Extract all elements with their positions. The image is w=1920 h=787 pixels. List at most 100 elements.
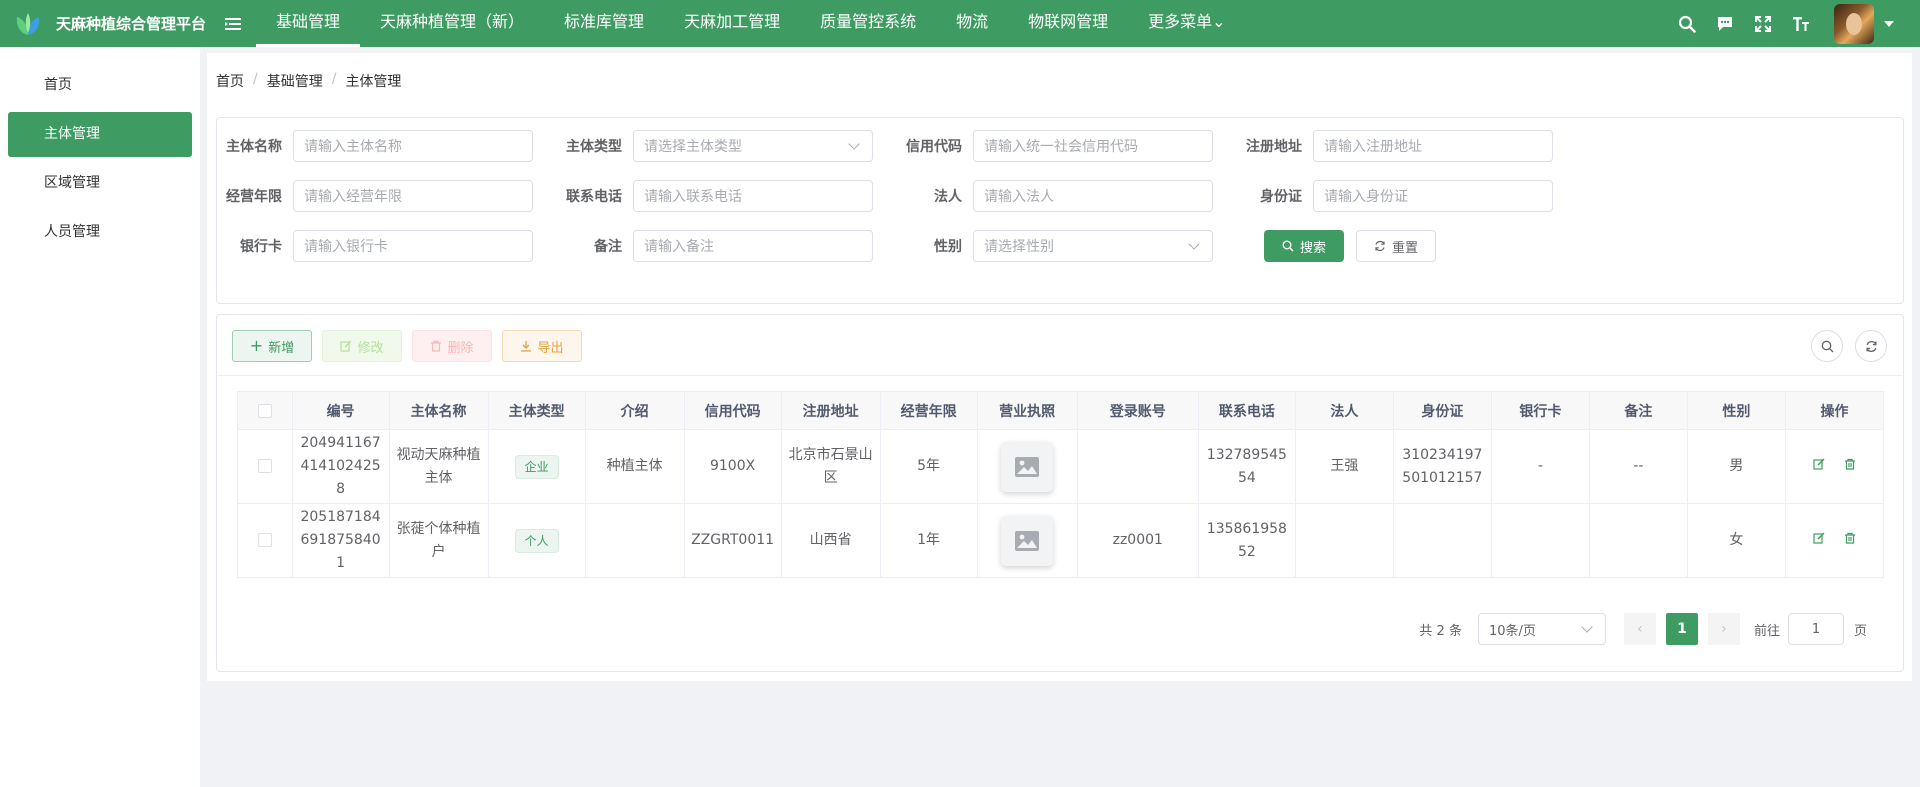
field-label: 备注 — [594, 239, 622, 255]
refresh-icon — [1866, 340, 1876, 352]
top-menu: 基础管理 天麻种植管理（新） 标准库管理 天麻加工管理 质量管控系统 物流 物联… — [256, 0, 1246, 47]
column-header: 经营年限 — [879, 391, 978, 430]
cell-license — [976, 503, 1078, 578]
cell-name: 视动天麻种植主体 — [388, 429, 489, 504]
app-logo[interactable] — [0, 0, 56, 47]
type-tag: 个人 — [514, 528, 559, 553]
column-header: 备注 — [1588, 391, 1688, 430]
remark-input[interactable]: 请输入备注 — [633, 230, 873, 262]
pagination-total: 共 2 条 — [1419, 623, 1462, 639]
bank-card-input[interactable]: 请输入银行卡 — [293, 230, 533, 262]
cell-bank-card — [1490, 503, 1590, 578]
reset-button[interactable]: 重置 — [1356, 230, 1436, 262]
field-id-card: 身份证 请输入身份证 — [1243, 180, 1553, 212]
toggle-search-button[interactable] — [1811, 330, 1843, 362]
table-panel: + 新增 修改 删除 导出 编号 主体名称 主体类型 介绍 信用代码 注册地址 … — [216, 314, 1904, 672]
search-form: 主体名称 请输入主体名称 主体类型 请选择主体类型 信用代码 请输入统一社会信用… — [216, 117, 1904, 304]
cell-name: 张蓰个体种植户 — [388, 503, 489, 578]
entity-type-select[interactable]: 请选择主体类型 — [633, 130, 873, 162]
field-label: 主体类型 — [566, 139, 622, 155]
topnav-item-logistics[interactable]: 物流 — [936, 0, 1008, 47]
row-checkbox[interactable] — [257, 459, 272, 473]
user-avatar[interactable] — [1834, 3, 1874, 44]
row-delete-icon[interactable] — [1844, 455, 1856, 478]
breadcrumb-separator: / — [331, 71, 337, 87]
user-menu-caret-icon[interactable] — [1884, 20, 1894, 27]
row-edit-icon[interactable] — [1813, 529, 1825, 552]
font-size-icon[interactable] — [1782, 0, 1820, 47]
operating-years-input[interactable]: 请输入经营年限 — [293, 180, 533, 212]
breadcrumb: 首页 / 基础管理 / 主体管理 — [216, 71, 401, 91]
next-page-button[interactable]: › — [1707, 613, 1740, 645]
goto-label: 前往 — [1753, 623, 1780, 639]
field-label: 银行卡 — [240, 239, 282, 255]
field-gender: 性别 请选择性别 — [903, 230, 1213, 262]
select-all-checkbox[interactable] — [257, 403, 272, 418]
cell-id: 2051871846918758401 — [291, 503, 390, 578]
table-row[interactable]: 2051871846918758401 张蓰个体种植户 个人 ZZGRT0011… — [237, 503, 1885, 578]
goto-page-input[interactable]: 1 — [1787, 613, 1844, 645]
cell-gender: 男 — [1686, 429, 1786, 504]
delete-button[interactable]: 删除 — [412, 330, 492, 362]
sidebar: 首页 主体管理 区域管理 人员管理 — [0, 47, 200, 787]
search-button[interactable]: 搜索 — [1264, 230, 1344, 262]
cell-gender: 女 — [1686, 503, 1786, 578]
field-label: 身份证 — [1260, 189, 1302, 205]
field-operating-years: 经营年限 请输入经营年限 — [223, 180, 533, 212]
export-button-label: 导出 — [537, 340, 564, 356]
add-button-label: 新增 — [268, 340, 295, 356]
topnav-item-iot[interactable]: 物联网管理 — [1008, 0, 1128, 47]
search-icon — [1282, 240, 1294, 252]
column-header: 联系电话 — [1197, 391, 1296, 430]
sidebar-item-personnel-management[interactable]: 人员管理 — [8, 210, 192, 255]
field-credit-code: 信用代码 请输入统一社会信用代码 — [903, 130, 1213, 162]
credit-code-input[interactable]: 请输入统一社会信用代码 — [973, 130, 1213, 162]
topnav-item-more[interactable]: 更多菜单⌄ — [1128, 0, 1245, 47]
column-header: 性别 — [1686, 391, 1786, 430]
gender-select[interactable]: 请选择性别 — [973, 230, 1213, 262]
page-number-button[interactable]: 1 — [1665, 613, 1698, 645]
page-suffix: 页 — [1853, 623, 1867, 639]
topnav-item-quality[interactable]: 质量管控系统 — [800, 0, 936, 47]
license-image-thumbnail[interactable] — [1001, 441, 1054, 492]
row-checkbox[interactable] — [257, 533, 272, 547]
refresh-table-button[interactable] — [1855, 330, 1887, 362]
reset-button-label: 重置 — [1391, 240, 1418, 256]
row-edit-icon[interactable] — [1813, 455, 1825, 478]
search-icon[interactable] — [1668, 0, 1706, 47]
sidebar-item-entity-management[interactable]: 主体管理 — [8, 112, 192, 157]
cell-legal: 王强 — [1294, 429, 1394, 504]
edit-icon — [340, 340, 352, 352]
export-button[interactable]: 导出 — [502, 330, 582, 362]
legal-person-input[interactable]: 请输入法人 — [973, 180, 1213, 212]
fullscreen-icon[interactable] — [1744, 0, 1782, 47]
search-icon — [1821, 340, 1833, 352]
page-size-select[interactable]: 10条/页 — [1477, 613, 1606, 645]
chevron-down-icon — [848, 138, 860, 150]
cell-years: 1年 — [879, 503, 978, 578]
entity-name-input[interactable]: 请输入主体名称 — [293, 130, 533, 162]
add-button[interactable]: + 新增 — [232, 330, 312, 362]
menu-toggle-icon[interactable] — [218, 0, 248, 47]
sidebar-item-home[interactable]: 首页 — [8, 63, 192, 108]
prev-page-button[interactable]: ‹ — [1623, 613, 1656, 645]
id-card-input[interactable]: 请输入身份证 — [1313, 180, 1553, 212]
topnav-item-standard-library[interactable]: 标准库管理 — [544, 0, 664, 47]
register-address-input[interactable]: 请输入注册地址 — [1313, 130, 1553, 162]
breadcrumb-home[interactable]: 首页 — [216, 71, 244, 91]
topnav-item-planting[interactable]: 天麻种植管理（新） — [360, 0, 544, 47]
row-delete-icon[interactable] — [1844, 529, 1856, 552]
license-image-thumbnail[interactable] — [1001, 515, 1054, 566]
topnav-item-processing[interactable]: 天麻加工管理 — [664, 0, 800, 47]
app-title: 天麻种植综合管理平台 — [56, 15, 207, 33]
edit-button[interactable]: 修改 — [322, 330, 402, 362]
topnav-item-basic[interactable]: 基础管理 — [256, 0, 361, 47]
cell-remark — [1588, 503, 1688, 578]
breadcrumb-basic[interactable]: 基础管理 — [267, 71, 323, 91]
sidebar-item-region-management[interactable]: 区域管理 — [8, 161, 192, 206]
column-header: 主体名称 — [388, 391, 489, 430]
phone-input[interactable]: 请输入联系电话 — [633, 180, 873, 212]
top-navbar: 天麻种植综合管理平台 基础管理 天麻种植管理（新） 标准库管理 天麻加工管理 质… — [0, 0, 1920, 47]
message-icon[interactable] — [1706, 0, 1744, 47]
table-row[interactable]: 2049411674141024258 视动天麻种植主体 企业 种植主体 910… — [237, 429, 1885, 504]
